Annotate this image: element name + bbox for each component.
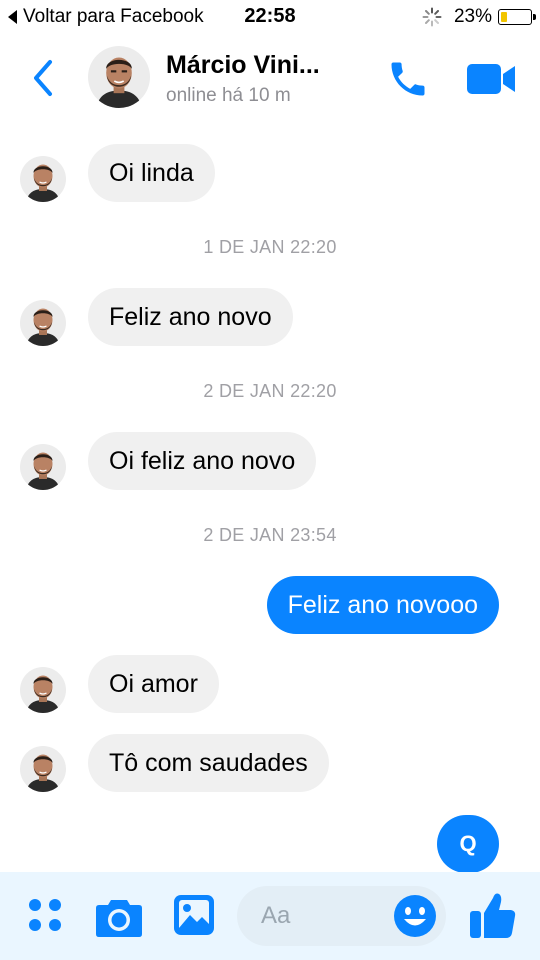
smiley-icon[interactable] [393,894,437,938]
person-avatar-icon [88,46,150,108]
battery-icon [498,9,536,25]
phone-icon[interactable] [386,57,430,101]
sender-avatar[interactable] [20,746,66,792]
thumbs-up-icon[interactable] [469,890,517,940]
battery-fill [501,12,507,22]
incoming-message[interactable]: Tô com saudades [88,734,329,792]
battery-nub [533,14,536,20]
person-avatar-icon [20,300,66,346]
sender-avatar[interactable] [20,300,66,346]
contact-avatar[interactable] [88,46,150,108]
incoming-message[interactable]: Oi linda [88,144,215,202]
loading-spinner-icon [422,7,442,27]
camera-icon[interactable] [95,894,143,938]
contact-status: online há 10 m [166,85,291,106]
video-camera-icon[interactable] [465,60,517,98]
timestamp-divider: 1 DE JAN 22:20 [203,237,337,257]
timestamp-divider: 2 DE JAN 23:54 [203,525,337,545]
person-avatar-icon [20,746,66,792]
floating-q-button[interactable]: Q [437,815,499,873]
person-avatar-icon [20,444,66,490]
battery-percent: 23% [453,6,492,27]
sender-avatar[interactable] [20,667,66,713]
person-avatar-icon [20,667,66,713]
image-gallery-icon[interactable] [173,894,215,936]
sender-avatar[interactable] [20,444,66,490]
sender-avatar[interactable] [20,156,66,202]
chevron-left-icon[interactable] [28,58,58,98]
person-avatar-icon [20,156,66,202]
contact-name[interactable]: Márcio Vini... [166,51,320,80]
timestamp-divider: 2 DE JAN 22:20 [203,381,337,401]
incoming-message[interactable]: Oi feliz ano novo [88,432,317,490]
incoming-message[interactable]: Feliz ano novo [88,288,293,346]
status-right: 23% [422,6,536,28]
four-dots-menu-icon[interactable] [27,897,63,933]
outgoing-message[interactable]: Feliz ano novooo [266,576,499,634]
incoming-message[interactable]: Oi amor [88,655,219,713]
